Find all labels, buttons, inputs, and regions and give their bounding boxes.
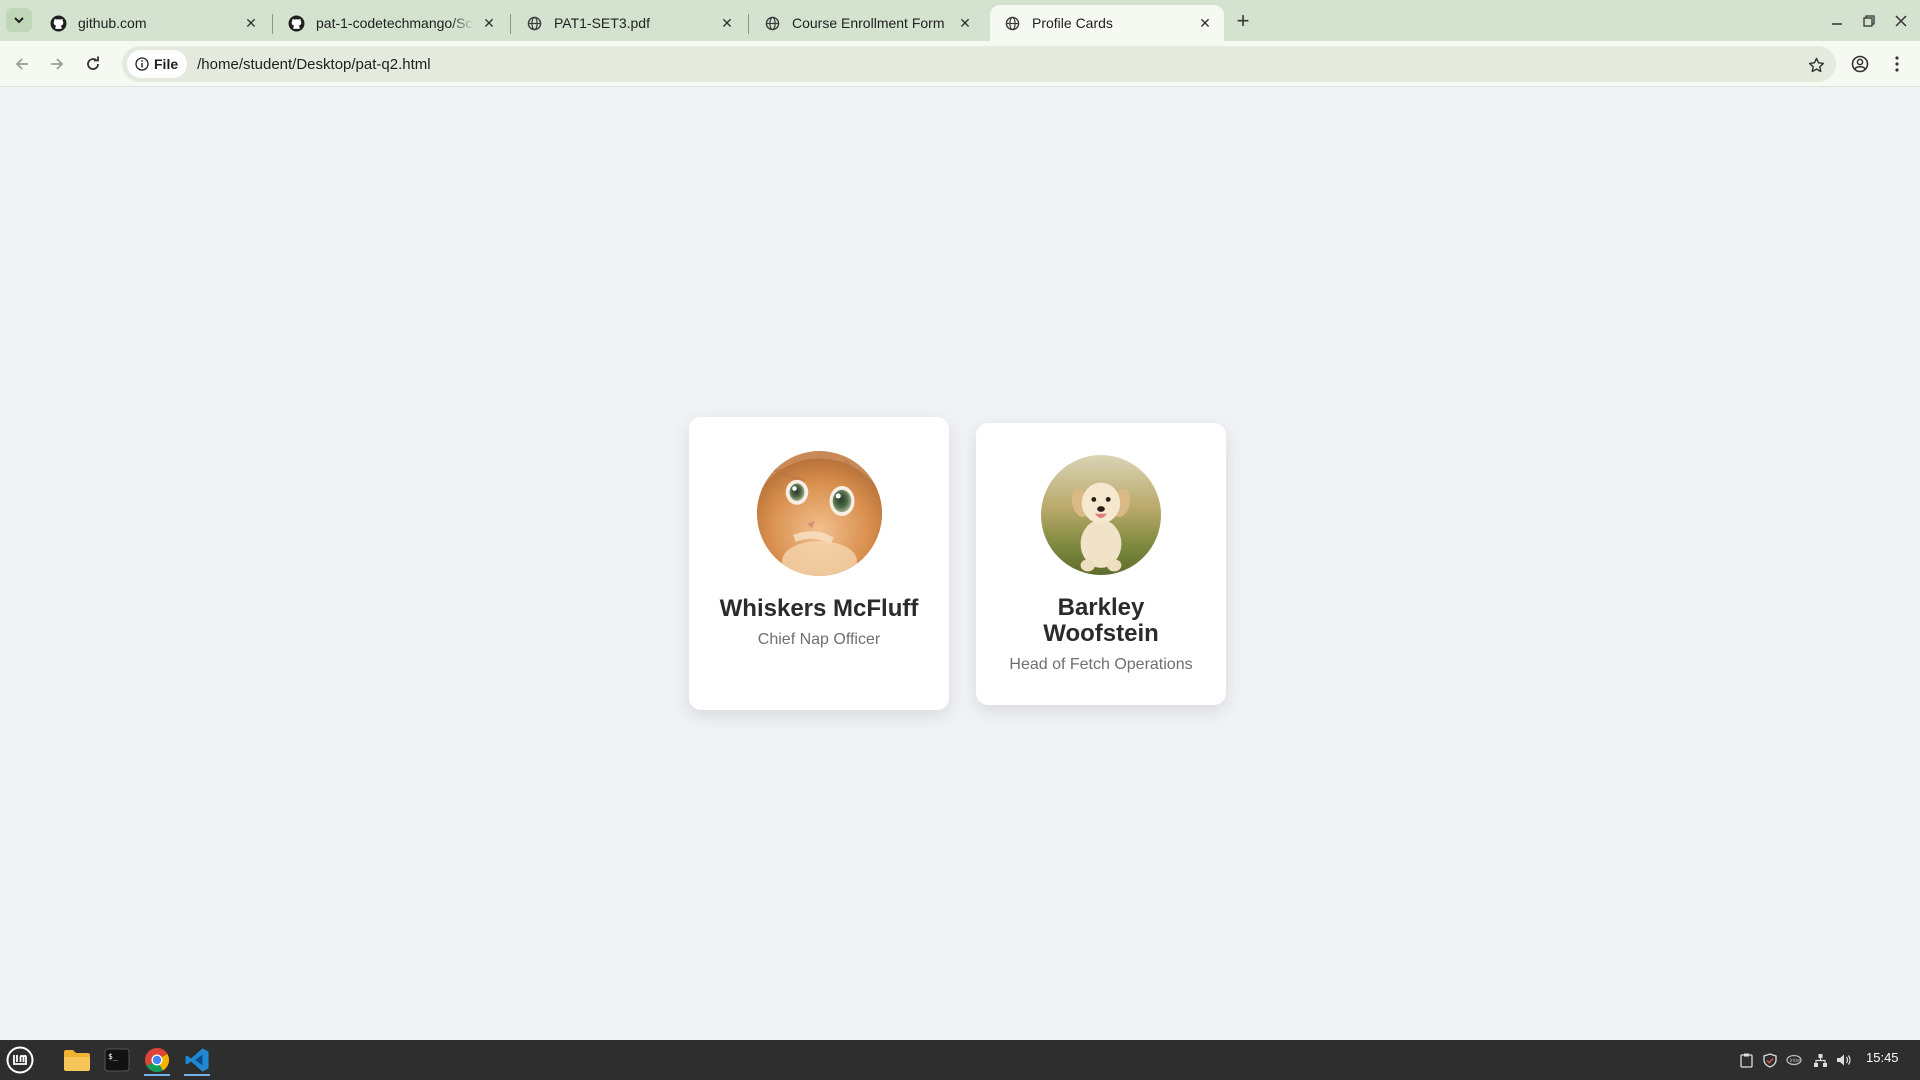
update-shield-tray[interactable]	[1762, 1052, 1778, 1068]
tab-divider	[272, 14, 273, 34]
close-icon[interactable]: ✕	[480, 14, 498, 32]
volume-tray[interactable]	[1836, 1052, 1852, 1068]
tab-divider	[748, 14, 749, 34]
puppy-avatar	[1041, 455, 1161, 575]
chrome-icon	[145, 1048, 170, 1073]
svg-text:intel: intel	[1790, 1058, 1801, 1064]
globe-icon	[526, 15, 543, 32]
tab-strip: github.com ✕ pat-1-codetechmango/Screens…	[0, 0, 1920, 41]
globe-icon	[1004, 15, 1021, 32]
minimize-button[interactable]	[1822, 8, 1852, 34]
menu-icon	[6, 1046, 34, 1074]
driver-tray[interactable]: intel	[1786, 1052, 1802, 1068]
chrome-launcher[interactable]	[140, 1044, 174, 1076]
profile-name: Barkley Woofstein	[1043, 594, 1159, 647]
reload-button[interactable]	[78, 49, 108, 79]
tab-pdf[interactable]: PAT1-SET3.pdf ✕	[512, 5, 746, 41]
terminal-icon: $_	[104, 1048, 130, 1072]
volume-icon	[1837, 1054, 1851, 1066]
tab-title: pat-1-codetechmango/Screenshots	[316, 15, 474, 31]
github-icon	[288, 15, 305, 32]
arrow-left-icon	[15, 58, 28, 70]
active-indicator	[184, 1074, 210, 1076]
chip-icon: intel	[1786, 1054, 1802, 1066]
close-window-button[interactable]	[1886, 8, 1916, 34]
profile-card: Whiskers McFluff Chief Nap Officer	[689, 417, 949, 710]
page-content: Whiskers McFluff Chief Nap Officer Barkl…	[0, 88, 1920, 1040]
plus-icon: +	[1236, 8, 1250, 33]
reload-icon	[87, 56, 99, 70]
globe-icon	[764, 15, 781, 32]
close-icon[interactable]: ✕	[1196, 14, 1214, 32]
more-vert-icon	[1895, 56, 1899, 72]
profile-button[interactable]	[1845, 49, 1875, 79]
new-tab-button[interactable]: +	[1230, 8, 1256, 34]
start-menu-button[interactable]	[3, 1044, 37, 1076]
close-icon[interactable]: ✕	[956, 14, 974, 32]
files-launcher[interactable]	[60, 1044, 94, 1076]
network-icon	[1813, 1053, 1827, 1067]
folder-icon	[64, 1050, 90, 1071]
browser-toolbar: File /home/student/Desktop/pat-q2.html	[0, 41, 1920, 87]
active-indicator	[144, 1074, 170, 1076]
svg-text:$_: $_	[108, 1052, 118, 1061]
restore-button[interactable]	[1854, 8, 1884, 34]
terminal-launcher[interactable]: $_	[100, 1044, 134, 1076]
clock[interactable]: 15:45	[1866, 1050, 1899, 1065]
url-text[interactable]: /home/student/Desktop/pat-q2.html	[197, 56, 430, 73]
tab-divider	[510, 14, 511, 34]
tab-title: Course Enrollment Form	[792, 15, 945, 31]
close-icon[interactable]: ✕	[718, 14, 736, 32]
minimize-icon	[1832, 23, 1842, 25]
taskbar: $_ intel 15:45	[0, 1040, 1920, 1080]
close-icon[interactable]: ✕	[242, 14, 260, 32]
vscode-icon	[185, 1048, 209, 1072]
address-bar[interactable]: File /home/student/Desktop/pat-q2.html	[122, 46, 1836, 82]
profile-name: Whiskers McFluff	[719, 595, 919, 622]
bookmark-star-button[interactable]	[1806, 55, 1826, 75]
clipboard-icon	[1739, 1053, 1753, 1068]
site-info-chip[interactable]: File	[127, 50, 188, 78]
chevron-down-icon	[14, 17, 24, 24]
tab-title: github.com	[78, 15, 147, 31]
shield-icon	[1763, 1052, 1777, 1068]
forward-button[interactable]	[42, 49, 72, 79]
profile-card: Barkley Woofstein Head of Fetch Operatio…	[976, 423, 1226, 705]
site-info-label: File	[154, 56, 179, 72]
tab-title: PAT1-SET3.pdf	[554, 15, 650, 31]
back-button[interactable]	[7, 49, 37, 79]
network-tray[interactable]	[1812, 1052, 1828, 1068]
star-icon	[1808, 57, 1824, 72]
tab-title: Profile Cards	[1032, 15, 1113, 31]
vscode-launcher[interactable]	[180, 1044, 214, 1076]
tab-search-button[interactable]	[6, 8, 32, 32]
clipboard-tray[interactable]	[1738, 1052, 1754, 1068]
info-icon	[135, 57, 149, 71]
cat-avatar	[756, 451, 882, 576]
github-icon	[50, 15, 67, 32]
profile-role: Chief Nap Officer	[757, 631, 881, 648]
tab-course-enrollment[interactable]: Course Enrollment Form ✕	[750, 5, 984, 41]
account-circle-icon	[1851, 55, 1869, 73]
close-icon	[1895, 15, 1907, 27]
tab-profile-cards[interactable]: Profile Cards ✕	[990, 5, 1224, 41]
arrow-right-icon	[51, 58, 64, 70]
profile-role: Head of Fetch Operations	[1009, 656, 1193, 673]
restore-icon	[1863, 15, 1875, 27]
tab-screenshots-repo[interactable]: pat-1-codetechmango/Screenshots ✕	[274, 5, 508, 41]
browser-menu-button[interactable]	[1882, 49, 1912, 79]
tab-github[interactable]: github.com ✕	[36, 5, 270, 41]
